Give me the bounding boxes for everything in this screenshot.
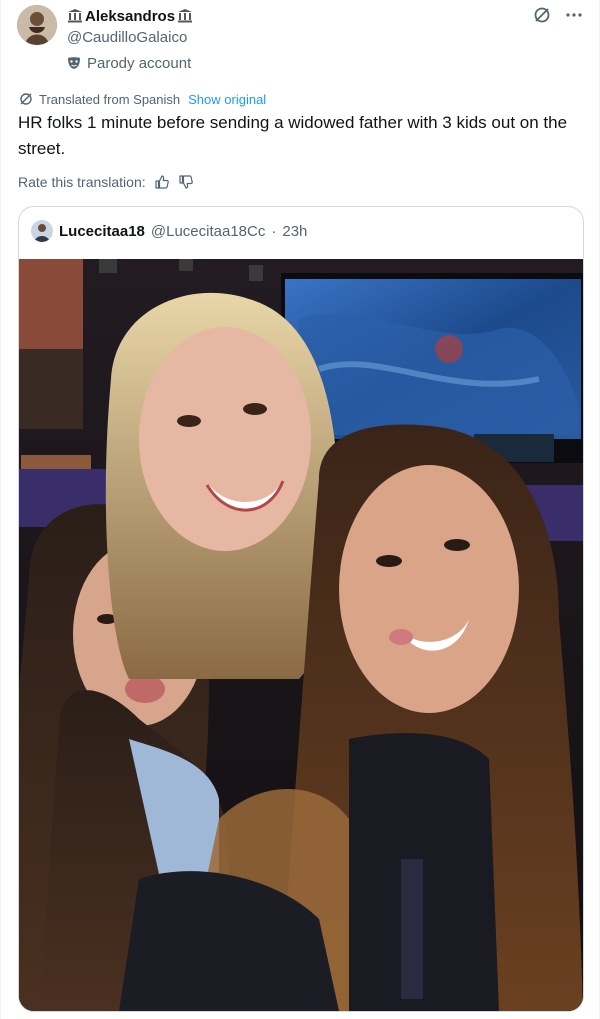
rate-translation: Rate this translation: [18,172,194,192]
tweet-container: Aleksandros @CaudilloGalaico Parody acco… [0,0,600,1019]
author-handle[interactable]: @CaudilloGalaico [67,28,193,48]
grok-icon[interactable] [533,6,551,24]
theater-mask-icon [68,57,80,69]
translation-label: Translated from Spanish [39,91,181,107]
grok-translate-icon [20,93,32,105]
quoted-handle[interactable]: @Lucecitaa18Cc [151,223,265,240]
quoted-author-avatar[interactable] [31,220,53,242]
quoted-timestamp[interactable]: 23h [282,223,307,240]
parody-badge: Parody account [67,53,193,73]
rate-label: Rate this translation: [18,174,146,190]
quoted-photo[interactable] [19,259,583,1011]
tweet-text: HR folks 1 minute before sending a widow… [18,113,568,158]
author-avatar[interactable] [17,5,57,45]
separator-dot: · [271,222,277,240]
thumbs-up-icon[interactable] [154,174,170,190]
author-info: Aleksandros @CaudilloGalaico Parody acco… [67,6,193,73]
translation-info: Translated from Spanish Show original [19,90,266,108]
author-display-name[interactable]: Aleksandros [85,8,175,25]
quoted-tweet-header: Lucecitaa18 @Lucecitaa18Cc · 23h [31,220,307,242]
parody-label: Parody account [87,54,192,72]
more-icon[interactable] [565,6,583,24]
quoted-display-name[interactable]: Lucecitaa18 [59,223,145,240]
quoted-tweet[interactable]: Lucecitaa18 @Lucecitaa18Cc · 23h [18,206,584,1012]
show-original-link[interactable]: Show original [188,92,266,107]
thumbs-down-icon[interactable] [178,174,194,190]
classical-building-icon [68,9,82,23]
top-actions [533,6,583,24]
classical-building-icon [178,9,193,23]
author-name-row[interactable]: Aleksandros [67,6,193,26]
